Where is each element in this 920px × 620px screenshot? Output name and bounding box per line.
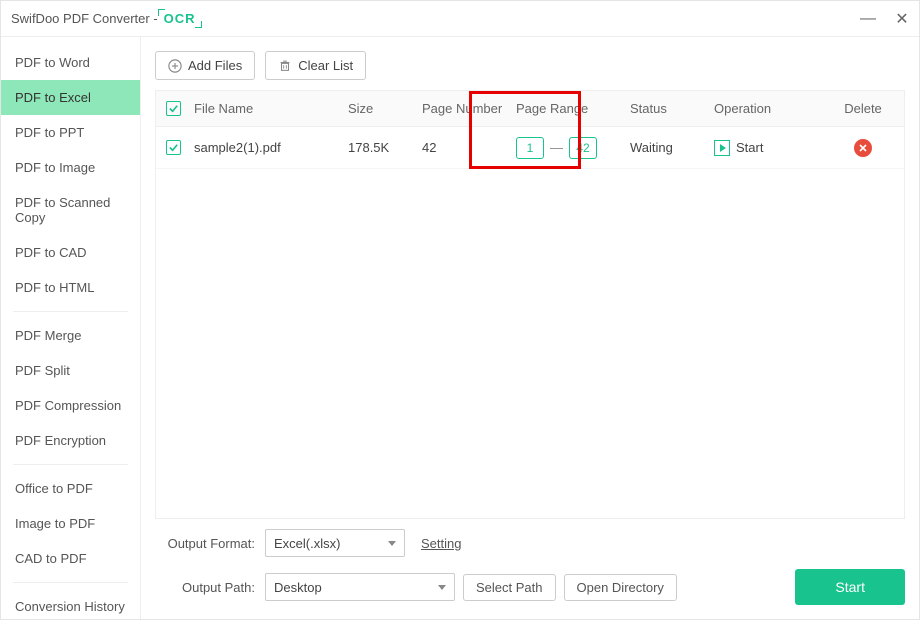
chevron-down-icon [438,585,446,590]
row-checkbox[interactable] [166,140,181,155]
sidebar-item-pdf-to-ppt[interactable]: PDF to PPT [1,115,140,150]
col-size: Size [348,101,418,116]
play-icon[interactable] [714,140,730,156]
plus-circle-icon [168,59,182,73]
sidebar-item-pdf-split[interactable]: PDF Split [1,353,140,388]
cell-filename: sample2(1).pdf [194,140,344,155]
sidebar-item-pdf-to-html[interactable]: PDF to HTML [1,270,140,305]
page-range-to[interactable] [569,137,597,159]
sidebar-item-pdf-compression[interactable]: PDF Compression [1,388,140,423]
table-header: File Name Size Page Number Page Range St… [156,91,904,127]
cell-status: Waiting [630,140,710,155]
setting-link[interactable]: Setting [421,536,461,551]
add-files-button[interactable]: Add Files [155,51,255,80]
table-row: sample2(1).pdf 178.5K 42 — Waiting Start [156,127,904,169]
sidebar-item-office-to-pdf[interactable]: Office to PDF [1,471,140,506]
range-dash: — [550,140,563,155]
cell-size: 178.5K [348,140,418,155]
col-operation: Operation [714,101,834,116]
col-range: Page Range [516,101,626,116]
col-filename: File Name [194,101,344,116]
col-status: Status [630,101,710,116]
start-button[interactable]: Start [795,569,905,605]
add-files-label: Add Files [188,58,242,73]
select-all-checkbox[interactable] [166,101,181,116]
select-path-button[interactable]: Select Path [463,574,556,601]
sidebar-item-conversion-history[interactable]: Conversion History [1,589,140,619]
sidebar-item-pdf-to-excel[interactable]: PDF to Excel [1,80,140,115]
output-path-label: Output Path: [155,580,255,595]
open-directory-button[interactable]: Open Directory [564,574,677,601]
sidebar-item-pdf-to-cad[interactable]: PDF to CAD [1,235,140,270]
col-delete: Delete [838,101,888,116]
sidebar-item-image-to-pdf[interactable]: Image to PDF [1,506,140,541]
sidebar-item-pdf-encryption[interactable]: PDF Encryption [1,423,140,458]
clear-list-label: Clear List [298,58,353,73]
output-path-value: Desktop [274,580,322,595]
output-path-select[interactable]: Desktop [265,573,455,601]
chevron-down-icon [388,541,396,546]
app-title: SwifDoo PDF Converter - [11,11,158,26]
delete-row-button[interactable] [854,139,872,157]
clear-list-button[interactable]: Clear List [265,51,366,80]
sidebar-item-pdf-merge[interactable]: PDF Merge [1,318,140,353]
page-range-from[interactable] [516,137,544,159]
sidebar: PDF to WordPDF to ExcelPDF to PPTPDF to … [1,37,141,619]
sidebar-item-pdf-to-image[interactable]: PDF to Image [1,150,140,185]
ocr-badge: OCR [164,11,196,26]
output-format-value: Excel(.xlsx) [274,536,340,551]
cell-operation: Start [736,140,763,155]
sidebar-item-cad-to-pdf[interactable]: CAD to PDF [1,541,140,576]
sidebar-item-pdf-to-word[interactable]: PDF to Word [1,45,140,80]
trash-icon [278,59,292,73]
close-button[interactable]: ✕ [895,12,909,26]
col-pages: Page Number [422,101,512,116]
sidebar-item-pdf-to-scanned-copy[interactable]: PDF to Scanned Copy [1,185,140,235]
output-format-select[interactable]: Excel(.xlsx) [265,529,405,557]
cell-pages: 42 [422,140,512,155]
output-format-label: Output Format: [155,536,255,551]
minimize-button[interactable]: — [861,12,875,26]
